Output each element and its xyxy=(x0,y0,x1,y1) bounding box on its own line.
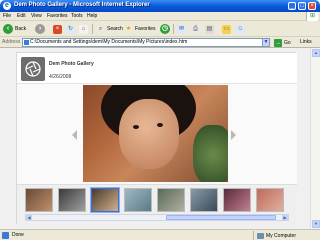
status-bar: Done My Computer xyxy=(0,229,320,240)
toolbar: ‹ Back › × ↻ ⌂ ⌕ Search ★ Favorites ◷ ✉ … xyxy=(0,21,320,37)
mail-icon: ✉ xyxy=(177,24,186,34)
page-vertical-scrollbar[interactable]: ▲ ▼ xyxy=(310,48,320,229)
messenger-icon: ☺ xyxy=(236,24,245,34)
thumbnail[interactable] xyxy=(124,188,152,212)
thumbnail-scroll-thumb[interactable] xyxy=(166,215,276,220)
print-icon: ⎙ xyxy=(191,24,200,34)
address-bar: Address C:\Documents and Settings\dem\My… xyxy=(0,37,320,48)
menu-view[interactable]: View xyxy=(31,13,42,19)
thumbnail[interactable] xyxy=(190,188,218,212)
messenger-button[interactable]: ☺ xyxy=(236,23,245,35)
thumbnail-scrollbar[interactable]: ◀ ▶ xyxy=(25,214,289,221)
photo-eye-right xyxy=(157,123,163,127)
page-status-icon xyxy=(2,232,9,239)
main-photo xyxy=(83,85,228,182)
go-label: Go xyxy=(284,40,291,46)
close-button[interactable]: × xyxy=(308,2,316,10)
gallery-date: 4/26/2008 xyxy=(49,74,72,80)
title-bar: e Dem Photo Gallery - Microsoft Internet… xyxy=(0,0,320,12)
menu-help[interactable]: Help xyxy=(87,13,97,19)
thumbnail-list xyxy=(25,187,284,213)
mail-button[interactable]: ✉ xyxy=(177,23,186,35)
history-icon: ◷ xyxy=(160,24,170,34)
toolbar-separator xyxy=(173,24,174,34)
edit-button[interactable]: ▤ xyxy=(205,23,214,35)
menu-file[interactable]: File xyxy=(3,13,11,19)
stop-icon: × xyxy=(53,24,62,34)
links-button[interactable]: Links xyxy=(300,39,312,45)
photo-gallery: Dem Photo Gallery 4/26/2008 ◀ ▶ xyxy=(16,52,297,225)
minimize-button[interactable]: _ xyxy=(288,2,296,10)
refresh-icon: ↻ xyxy=(66,24,75,34)
photo-viewer xyxy=(17,84,297,184)
address-label: Address xyxy=(2,39,21,45)
windows-logo-icon: ⊞ xyxy=(306,12,318,21)
scroll-down-arrow[interactable]: ▼ xyxy=(312,220,320,228)
search-button[interactable]: ⌕ Search xyxy=(96,23,123,35)
folder-icon: ▭ xyxy=(222,24,231,34)
status-text: Done xyxy=(12,232,24,238)
my-computer-icon xyxy=(257,232,264,239)
favorites-label: Favorites xyxy=(135,26,156,32)
security-zone: My Computer xyxy=(253,231,296,240)
internet-explorer-icon: e xyxy=(3,2,11,10)
address-dropdown-button[interactable]: ▼ xyxy=(262,38,270,47)
favorites-button[interactable]: ★ Favorites xyxy=(124,23,156,35)
edit-icon: ▤ xyxy=(205,24,214,34)
stop-button[interactable]: × xyxy=(53,23,62,35)
go-arrow-icon: → xyxy=(274,39,282,47)
photo-eye-left xyxy=(133,125,139,129)
menu-tools[interactable]: Tools xyxy=(71,13,83,19)
folder-button[interactable]: ▭ xyxy=(222,23,231,35)
toolbar-separator xyxy=(92,24,93,34)
thumbnail[interactable] xyxy=(223,188,251,212)
forward-button[interactable]: › xyxy=(35,23,45,35)
next-photo-arrow[interactable] xyxy=(231,130,236,140)
search-label: Search xyxy=(107,26,123,32)
thumbnail[interactable] xyxy=(58,188,86,212)
back-arrow-icon: ‹ xyxy=(3,24,13,34)
zone-label: My Computer xyxy=(266,232,297,239)
thumbnail[interactable] xyxy=(256,188,284,212)
print-button[interactable]: ⎙ xyxy=(191,23,200,35)
back-label: Back xyxy=(15,26,27,32)
gallery-title: Dem Photo Gallery xyxy=(49,61,94,67)
maximize-button[interactable]: □ xyxy=(298,2,306,10)
address-input[interactable]: C:\Documents and Settings\dem\My Documen… xyxy=(22,38,270,47)
scroll-up-arrow[interactable]: ▲ xyxy=(312,49,320,57)
menu-edit[interactable]: Edit xyxy=(17,13,26,19)
go-button[interactable]: → Go xyxy=(274,39,291,47)
menu-favorites[interactable]: Favorites xyxy=(47,13,68,19)
thumbnail-strip: ◀ ▶ xyxy=(17,184,297,225)
star-icon: ★ xyxy=(125,25,132,32)
gallery-header: Dem Photo Gallery 4/26/2008 xyxy=(17,53,297,84)
thumbnail[interactable] xyxy=(90,187,120,213)
photo-background-plant xyxy=(193,125,228,182)
home-button[interactable]: ⌂ xyxy=(79,23,88,35)
search-icon: ⌕ xyxy=(98,25,103,32)
gallery-logo-icon xyxy=(21,57,45,81)
previous-photo-arrow[interactable] xyxy=(72,130,77,140)
history-button[interactable]: ◷ xyxy=(160,23,170,35)
refresh-button[interactable]: ↻ xyxy=(66,23,75,35)
scroll-left-arrow[interactable]: ◀ xyxy=(26,215,32,220)
back-button[interactable]: ‹ Back xyxy=(3,23,26,35)
window-title: Dem Photo Gallery - Microsoft Internet E… xyxy=(14,2,150,8)
menu-bar: File Edit View Favorites Tools Help ⊞ xyxy=(0,12,320,21)
thumbnail[interactable] xyxy=(25,188,53,212)
home-icon: ⌂ xyxy=(79,24,88,34)
forward-arrow-icon: › xyxy=(35,24,45,34)
scroll-right-arrow[interactable]: ▶ xyxy=(282,215,288,220)
thumbnail[interactable] xyxy=(157,188,185,212)
page-icon xyxy=(24,40,29,45)
address-value: C:\Documents and Settings\dem\My Documen… xyxy=(30,39,188,45)
photo-face xyxy=(119,99,179,169)
